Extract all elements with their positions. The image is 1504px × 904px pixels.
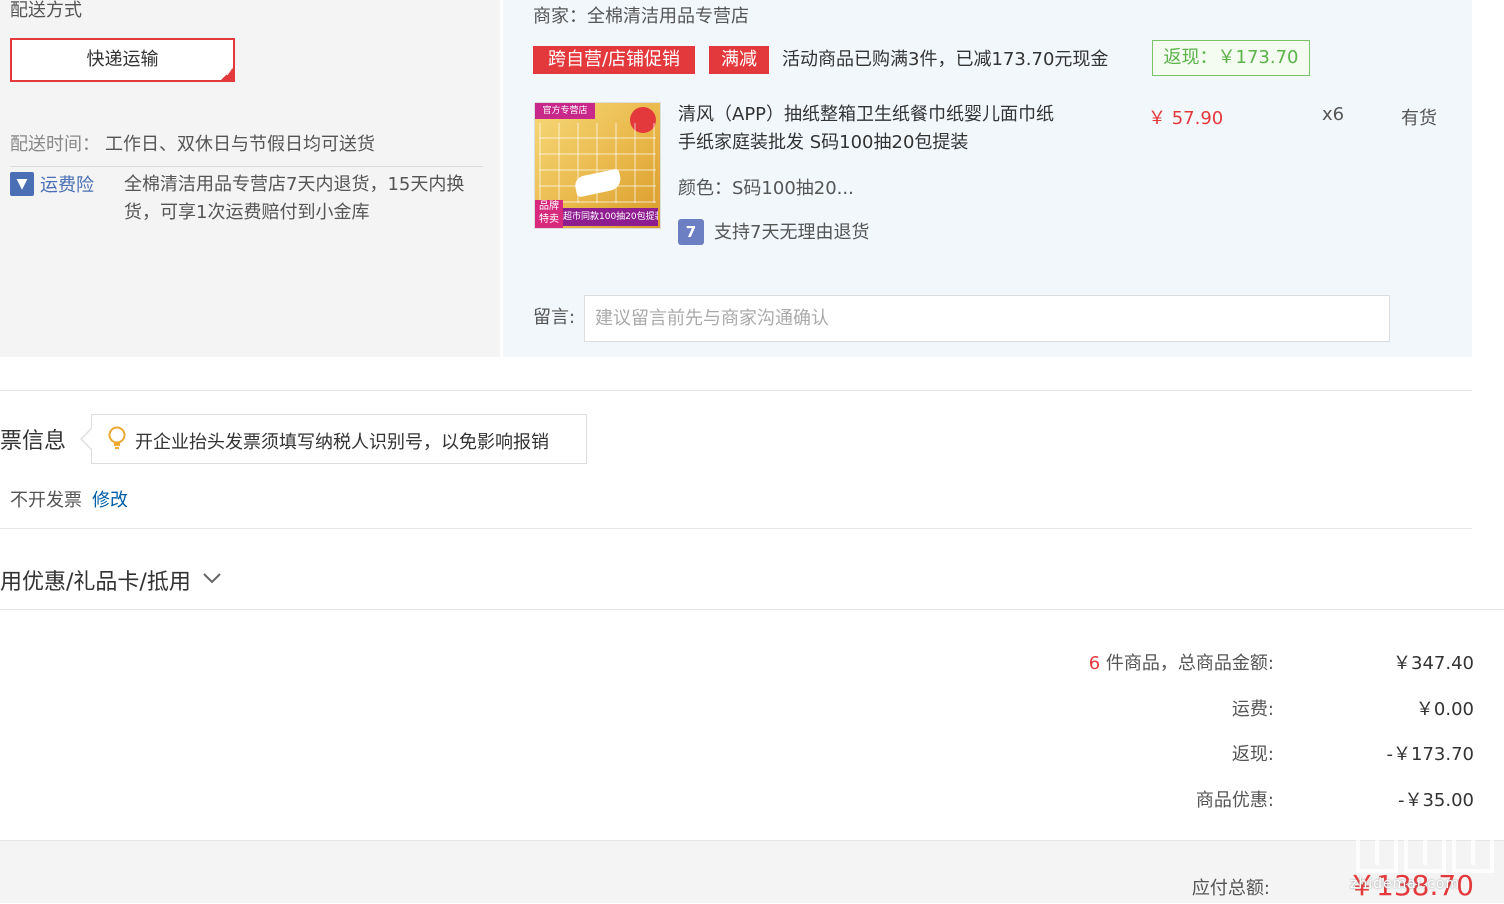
image-brand-tag: 品牌特卖 xyxy=(535,200,563,228)
product-image[interactable]: 官方专营店 品牌特卖 超市同款100抽20包提装 xyxy=(534,102,661,229)
express-shipping-option[interactable]: 快递运输 ✓ xyxy=(10,38,235,82)
product-color: 颜色：S码100抽20... xyxy=(678,178,854,199)
payable-bar xyxy=(0,840,1504,903)
promo-tag: 跨自营/店铺促销 xyxy=(533,46,695,74)
discount-value: -￥35.00 xyxy=(1397,790,1474,811)
section-divider xyxy=(0,528,1472,529)
shipping-insurance-desc: 全棉清洁用品专营店7天内退货，15天内换货，可享1次运费赔付到小金库 xyxy=(124,174,465,223)
seven-day-return-icon: 7 xyxy=(678,219,704,245)
tip-arrow-fill xyxy=(82,428,93,450)
selected-check-icon: ✓ xyxy=(219,66,235,82)
message-input[interactable] xyxy=(584,295,1390,342)
shipping-insurance-link[interactable]: 运费险 xyxy=(40,171,94,197)
coupon-section-toggle[interactable]: 用优惠/礼品卡/抵用 xyxy=(0,564,191,596)
chevron-down-icon[interactable] xyxy=(200,566,224,590)
item-count: 6 xyxy=(1088,653,1101,674)
product-stock-status: 有货 xyxy=(1401,108,1437,129)
product-name-link[interactable]: 清风（APP）抽纸整箱卫生纸餐巾纸婴儿面巾纸手纸家庭装批发 S码100抽20包提… xyxy=(678,101,1058,157)
express-shipping-label: 快递运输 xyxy=(86,49,159,70)
rebate-label: 返现: xyxy=(1231,744,1274,765)
product-quantity: x6 xyxy=(1322,104,1345,125)
goods-total-label-text: 件商品，总商品金额: xyxy=(1100,653,1274,674)
return-policy-text: 支持7天无理由退货 xyxy=(714,222,870,243)
lightbulb-icon xyxy=(108,426,126,449)
delivery-time-value: 工作日、双休日与节假日均可送货 xyxy=(105,134,375,155)
product-price: ￥ 57.90 xyxy=(1148,108,1224,129)
discount-tag: 满减 xyxy=(709,46,769,74)
message-label: 留言: xyxy=(533,307,576,328)
goods-total-value: ￥347.40 xyxy=(1393,653,1474,674)
invoice-section-title: 票信息 xyxy=(0,429,67,454)
promo-description: 活动商品已购满3件，已减173.70元现金 xyxy=(782,49,1109,70)
delivery-time-label: 配送时间： xyxy=(10,134,100,155)
shipping-divider xyxy=(10,166,483,167)
shipping-fee-label: 运费: xyxy=(1231,699,1274,720)
image-bottom-text: 超市同款100抽20包提装 xyxy=(563,208,658,226)
invoice-value: 不开发票 xyxy=(10,490,82,511)
rebate-value: -￥173.70 xyxy=(1386,744,1474,765)
shipping-method-title: 配送方式 xyxy=(10,0,82,21)
watermark-text: zhidemai.com xyxy=(1350,876,1461,892)
invoice-modify-link[interactable]: 修改 xyxy=(92,486,128,512)
discount-label: 商品优惠: xyxy=(1195,790,1274,811)
section-divider xyxy=(0,609,1504,610)
goods-total-label: 6 件商品，总商品金额: xyxy=(874,649,1274,675)
shipping-fee-value: ￥0.00 xyxy=(1415,699,1474,720)
invoice-tip-text: 开企业抬头发票须填写纳税人识别号，以免影响报销 xyxy=(135,432,549,453)
merchant-name: 商家：全棉清洁用品专营店 xyxy=(533,6,749,27)
payable-total-label: 应付总额: xyxy=(1191,878,1270,899)
image-badge-top: 官方专营店 xyxy=(535,103,595,119)
rebate-badge: 返现：￥173.70 xyxy=(1152,40,1310,76)
shield-icon: ▼ xyxy=(10,172,34,196)
section-divider xyxy=(0,390,1472,391)
